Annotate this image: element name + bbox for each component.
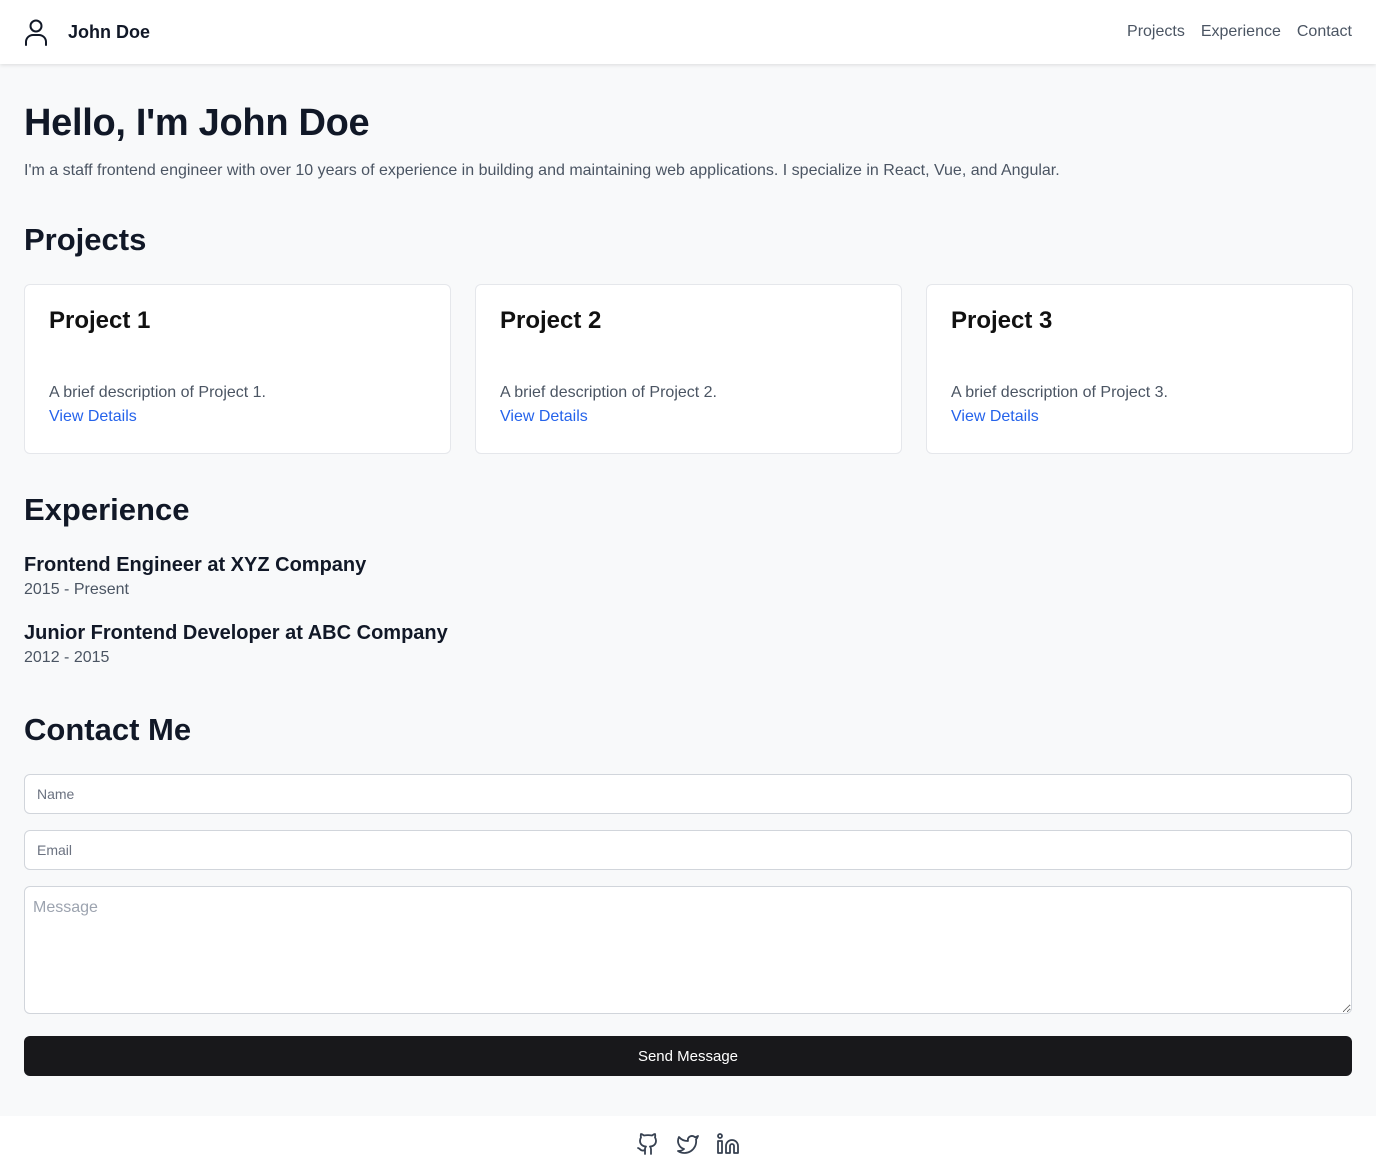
name-input[interactable] [24, 774, 1352, 814]
experience-heading: Experience [24, 492, 190, 527]
project-cards: Project 1 A brief description of Project… [24, 284, 1353, 454]
hero-description: I'm a staff frontend engineer with over … [24, 162, 1060, 179]
project-description: A brief description of Project 2. [500, 384, 717, 401]
experience-dates: 2015 - Present [24, 581, 129, 598]
experience-role: Junior Frontend Developer at ABC Company [24, 622, 448, 644]
nav-link-projects[interactable]: Projects [1127, 23, 1185, 41]
brand[interactable]: John Doe [24, 18, 150, 46]
project-title: Project 3 [951, 307, 1053, 334]
project-card: Project 1 A brief description of Project… [24, 284, 451, 454]
brand-name: John Doe [68, 21, 151, 42]
nav-link-contact[interactable]: Contact [1297, 23, 1352, 41]
view-details-link[interactable]: View Details [951, 408, 1039, 426]
view-details-link[interactable]: View Details [49, 408, 137, 426]
project-description: A brief description of Project 3. [951, 384, 1168, 401]
project-description: A brief description of Project 1. [49, 384, 266, 401]
email-input[interactable] [24, 830, 1352, 870]
message-textarea[interactable] [24, 886, 1352, 1014]
linkedin-icon[interactable] [716, 1132, 740, 1156]
experience-item: Frontend Engineer at XYZ Company 2015 - … [24, 554, 366, 599]
contact-heading: Contact Me [24, 712, 192, 747]
experience-dates: 2012 - 2015 [24, 649, 110, 666]
projects-heading: Projects [24, 222, 147, 257]
view-details-link[interactable]: View Details [500, 408, 588, 426]
experience-role: Frontend Engineer at XYZ Company [24, 554, 367, 576]
site-footer [0, 1116, 1376, 1172]
nav-link-experience[interactable]: Experience [1201, 23, 1281, 41]
experience-item: Junior Frontend Developer at ABC Company… [24, 622, 448, 667]
main-nav: Projects Experience Contact [1127, 23, 1352, 41]
hero-title: Hello, I'm John Doe [24, 102, 370, 144]
user-icon [24, 18, 48, 46]
project-title: Project 1 [49, 307, 151, 334]
github-icon[interactable] [636, 1132, 660, 1156]
twitter-icon[interactable] [676, 1132, 700, 1156]
project-title: Project 2 [500, 307, 602, 334]
project-card: Project 2 A brief description of Project… [475, 284, 902, 454]
site-header: John Doe Projects Experience Contact [0, 0, 1376, 64]
send-message-button[interactable]: Send Message [24, 1036, 1352, 1076]
project-card: Project 3 A brief description of Project… [926, 284, 1353, 454]
